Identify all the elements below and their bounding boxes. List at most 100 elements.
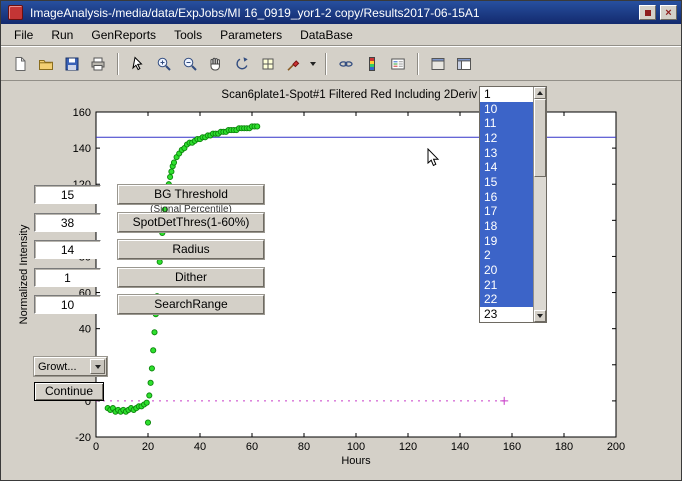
dropdown-item-21[interactable]: 21 (480, 278, 533, 293)
spot-det-thres-input[interactable] (34, 213, 101, 232)
mouse-cursor (427, 148, 441, 168)
brush-data-icon (286, 56, 302, 72)
menubar: FileRunGenReportsToolsParametersDataBase (1, 24, 681, 46)
y-tick-label: 140 (73, 143, 91, 155)
dropdown-item-23[interactable]: 23 (480, 307, 533, 322)
zoom-out-icon (182, 56, 198, 72)
rotate-3d-button[interactable] (230, 52, 254, 76)
x-tick-label: 20 (142, 441, 154, 453)
chevron-down-icon[interactable] (90, 359, 105, 374)
x-tick-label: 120 (399, 441, 417, 453)
open-file-button[interactable] (34, 52, 58, 76)
brush-dropdown-arrow[interactable] (307, 52, 318, 76)
growth-popup[interactable]: Growt... (34, 357, 107, 376)
dropdown-item-22[interactable]: 22 (480, 292, 533, 307)
minimize-button[interactable] (639, 5, 656, 20)
y-axis-label: Normalized Intensity (18, 224, 30, 324)
toolbar-separator (417, 53, 419, 75)
menu-item-genreports[interactable]: GenReports (82, 26, 165, 44)
x-tick-label: 40 (194, 441, 206, 453)
bg-threshold-input[interactable] (34, 185, 101, 204)
dropdown-item-12[interactable]: 12 (480, 131, 533, 146)
edit-plot-button[interactable] (126, 52, 150, 76)
new-figure-button[interactable] (8, 52, 32, 76)
menu-item-file[interactable]: File (5, 26, 42, 44)
dropdown-items: 110111213141516171819220212223 (480, 87, 533, 322)
print-figure-icon (90, 56, 106, 72)
plot-title: Scan6plate1-Spot#1 Filtered Red Includin… (221, 89, 490, 101)
hide-plot-tools-icon (430, 56, 446, 72)
print-figure-button[interactable] (86, 52, 110, 76)
link-plot-button[interactable] (334, 52, 358, 76)
data-cursor-icon (260, 56, 276, 72)
link-plot-icon (338, 56, 354, 72)
zoom-out-button[interactable] (178, 52, 202, 76)
close-icon: × (665, 7, 671, 19)
scroll-down-icon[interactable] (534, 310, 546, 322)
search-range-input[interactable] (34, 295, 101, 314)
app-window: ImageAnalysis-/media/data/ExpJobs/MI 16_… (0, 0, 682, 481)
toolbar-separator (325, 53, 327, 75)
radius-button[interactable]: Radius (118, 240, 264, 259)
radius-input[interactable] (34, 240, 101, 259)
menu-item-run[interactable]: Run (42, 26, 82, 44)
pan-button[interactable] (204, 52, 228, 76)
number-dropdown-list: 110111213141516171819220212223 (479, 86, 547, 323)
scroll-up-icon[interactable] (534, 87, 546, 99)
scrollbar-thumb[interactable] (534, 99, 546, 177)
x-tick-label: 0 (93, 441, 99, 453)
continue-button[interactable]: Continue (34, 382, 104, 401)
dither-input[interactable] (34, 268, 101, 287)
dropdown-item-11[interactable]: 11 (480, 116, 533, 131)
dropdown-item-14[interactable]: 14 (480, 160, 533, 175)
dropdown-item-1[interactable]: 1 (480, 87, 533, 102)
show-plot-tools-button[interactable] (452, 52, 476, 76)
brush-data-button[interactable] (282, 52, 306, 76)
app-icon (8, 5, 23, 20)
bg-threshold-button[interactable]: BG Threshold (118, 185, 264, 204)
search-range-button[interactable]: SearchRange (118, 295, 264, 314)
dropdown-item-10[interactable]: 10 (480, 102, 533, 117)
dropdown-item-20[interactable]: 20 (480, 263, 533, 278)
dropdown-item-17[interactable]: 17 (480, 204, 533, 219)
x-axis-label: Hours (341, 455, 371, 467)
insert-colorbar-button[interactable] (360, 52, 384, 76)
dropdown-item-15[interactable]: 15 (480, 175, 533, 190)
edit-plot-icon (130, 56, 146, 72)
x-tick-label: 200 (607, 441, 625, 453)
data-cursor-button[interactable] (256, 52, 280, 76)
menu-item-database[interactable]: DataBase (291, 26, 362, 44)
hide-plot-tools-button[interactable] (426, 52, 450, 76)
close-button[interactable]: × (660, 5, 677, 20)
plot-canvas[interactable]: 020406080100120140160180200-200204060801… (1, 82, 682, 481)
spot-det-thres-button[interactable]: SpotDetThres(1-60%) (118, 213, 264, 232)
new-figure-icon (12, 56, 28, 72)
toolbar (1, 47, 681, 81)
dropdown-item-13[interactable]: 13 (480, 146, 533, 161)
x-tick-label: 180 (555, 441, 573, 453)
show-plot-tools-icon (456, 56, 472, 72)
save-figure-button[interactable] (60, 52, 84, 76)
x-tick-label: 60 (246, 441, 258, 453)
y-tick-label: -20 (75, 432, 91, 444)
menu-item-parameters[interactable]: Parameters (211, 26, 291, 44)
dropdown-item-18[interactable]: 18 (480, 219, 533, 234)
save-figure-icon (64, 56, 80, 72)
dropdown-item-16[interactable]: 16 (480, 190, 533, 205)
dither-button[interactable]: Dither (118, 268, 264, 287)
rotate-3d-icon (234, 56, 250, 72)
bg-threshold-note: (Signal Percentile) (118, 204, 264, 212)
menu-item-tools[interactable]: Tools (165, 26, 211, 44)
insert-colorbar-icon (364, 56, 380, 72)
y-tick-label: 160 (73, 107, 91, 119)
x-tick-label: 160 (503, 441, 521, 453)
zoom-in-button[interactable] (152, 52, 176, 76)
titlebar[interactable]: ImageAnalysis-/media/data/ExpJobs/MI 16_… (1, 1, 681, 24)
y-tick-label: 40 (79, 324, 91, 336)
dropdown-item-19[interactable]: 19 (480, 234, 533, 249)
pan-icon (208, 56, 224, 72)
insert-legend-button[interactable] (386, 52, 410, 76)
dropdown-scrollbar[interactable] (533, 87, 546, 322)
x-tick-label: 100 (347, 441, 365, 453)
dropdown-item-2[interactable]: 2 (480, 248, 533, 263)
